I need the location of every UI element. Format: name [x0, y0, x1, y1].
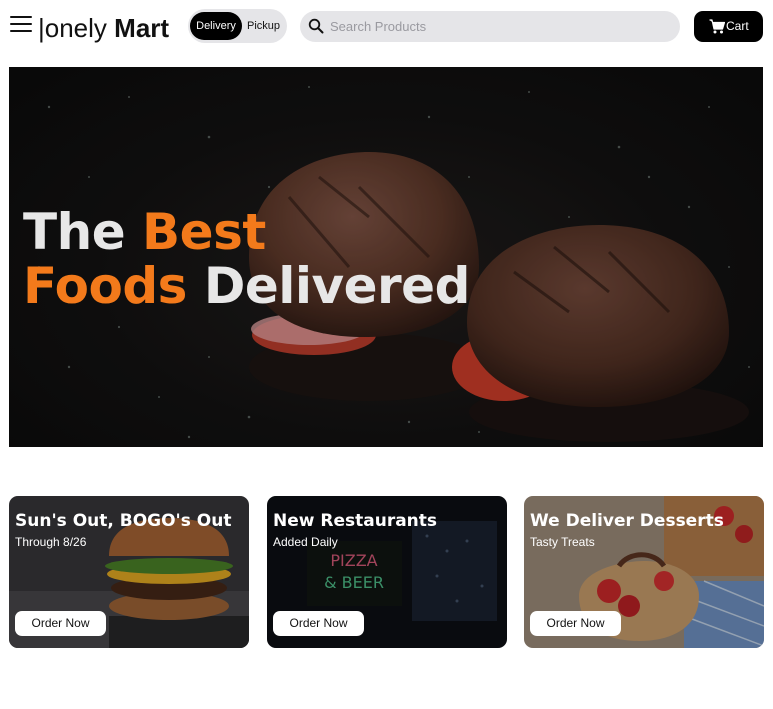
- card-subtitle: Added Daily: [273, 535, 338, 549]
- search-input[interactable]: [330, 11, 670, 42]
- logo-text-mart: Mart: [114, 13, 170, 43]
- cart-label: Cart: [726, 19, 749, 33]
- search-icon[interactable]: [308, 18, 324, 34]
- hero-headline: The Best Foods Delivered: [23, 205, 470, 313]
- cart-button[interactable]: Cart: [694, 11, 763, 42]
- hero-banner: The Best Foods Delivered: [9, 67, 763, 447]
- pickup-option[interactable]: Pickup: [242, 12, 285, 40]
- search-bar: [300, 11, 680, 42]
- promo-card-bogo[interactable]: Sun's Out, BOGO's Out Through 8/26 Order…: [9, 496, 249, 648]
- shopping-cart-icon: [709, 19, 725, 34]
- delivery-option[interactable]: Delivery: [190, 12, 242, 40]
- card-title: New Restaurants: [273, 511, 438, 531]
- hero-word-delivered: Delivered: [203, 257, 471, 315]
- top-navigation-bar: |onely Mart Delivery Pickup Cart: [0, 0, 773, 56]
- hero-word-foods: Foods: [23, 257, 187, 315]
- logo-text-lonely: |onely: [38, 13, 107, 43]
- hero-word-best: Best: [142, 203, 266, 261]
- order-now-button[interactable]: Order Now: [15, 611, 106, 636]
- order-now-button[interactable]: Order Now: [273, 611, 364, 636]
- site-logo[interactable]: |onely Mart: [38, 12, 169, 44]
- promo-card-new-restaurants[interactable]: PIZZA & BEER New Restaurants Added Daily…: [267, 496, 507, 648]
- order-now-button[interactable]: Order Now: [530, 611, 621, 636]
- hamburger-menu-icon[interactable]: [10, 16, 32, 36]
- hero-word-the: The: [23, 203, 126, 261]
- card-title: Sun's Out, BOGO's Out: [15, 511, 232, 531]
- promo-card-desserts[interactable]: We Deliver Desserts Tasty Treats Order N…: [524, 496, 764, 648]
- delivery-pickup-toggle: Delivery Pickup: [188, 9, 287, 43]
- card-title: We Deliver Desserts: [530, 511, 724, 531]
- card-subtitle: Through 8/26: [15, 535, 87, 549]
- card-subtitle: Tasty Treats: [530, 535, 595, 549]
